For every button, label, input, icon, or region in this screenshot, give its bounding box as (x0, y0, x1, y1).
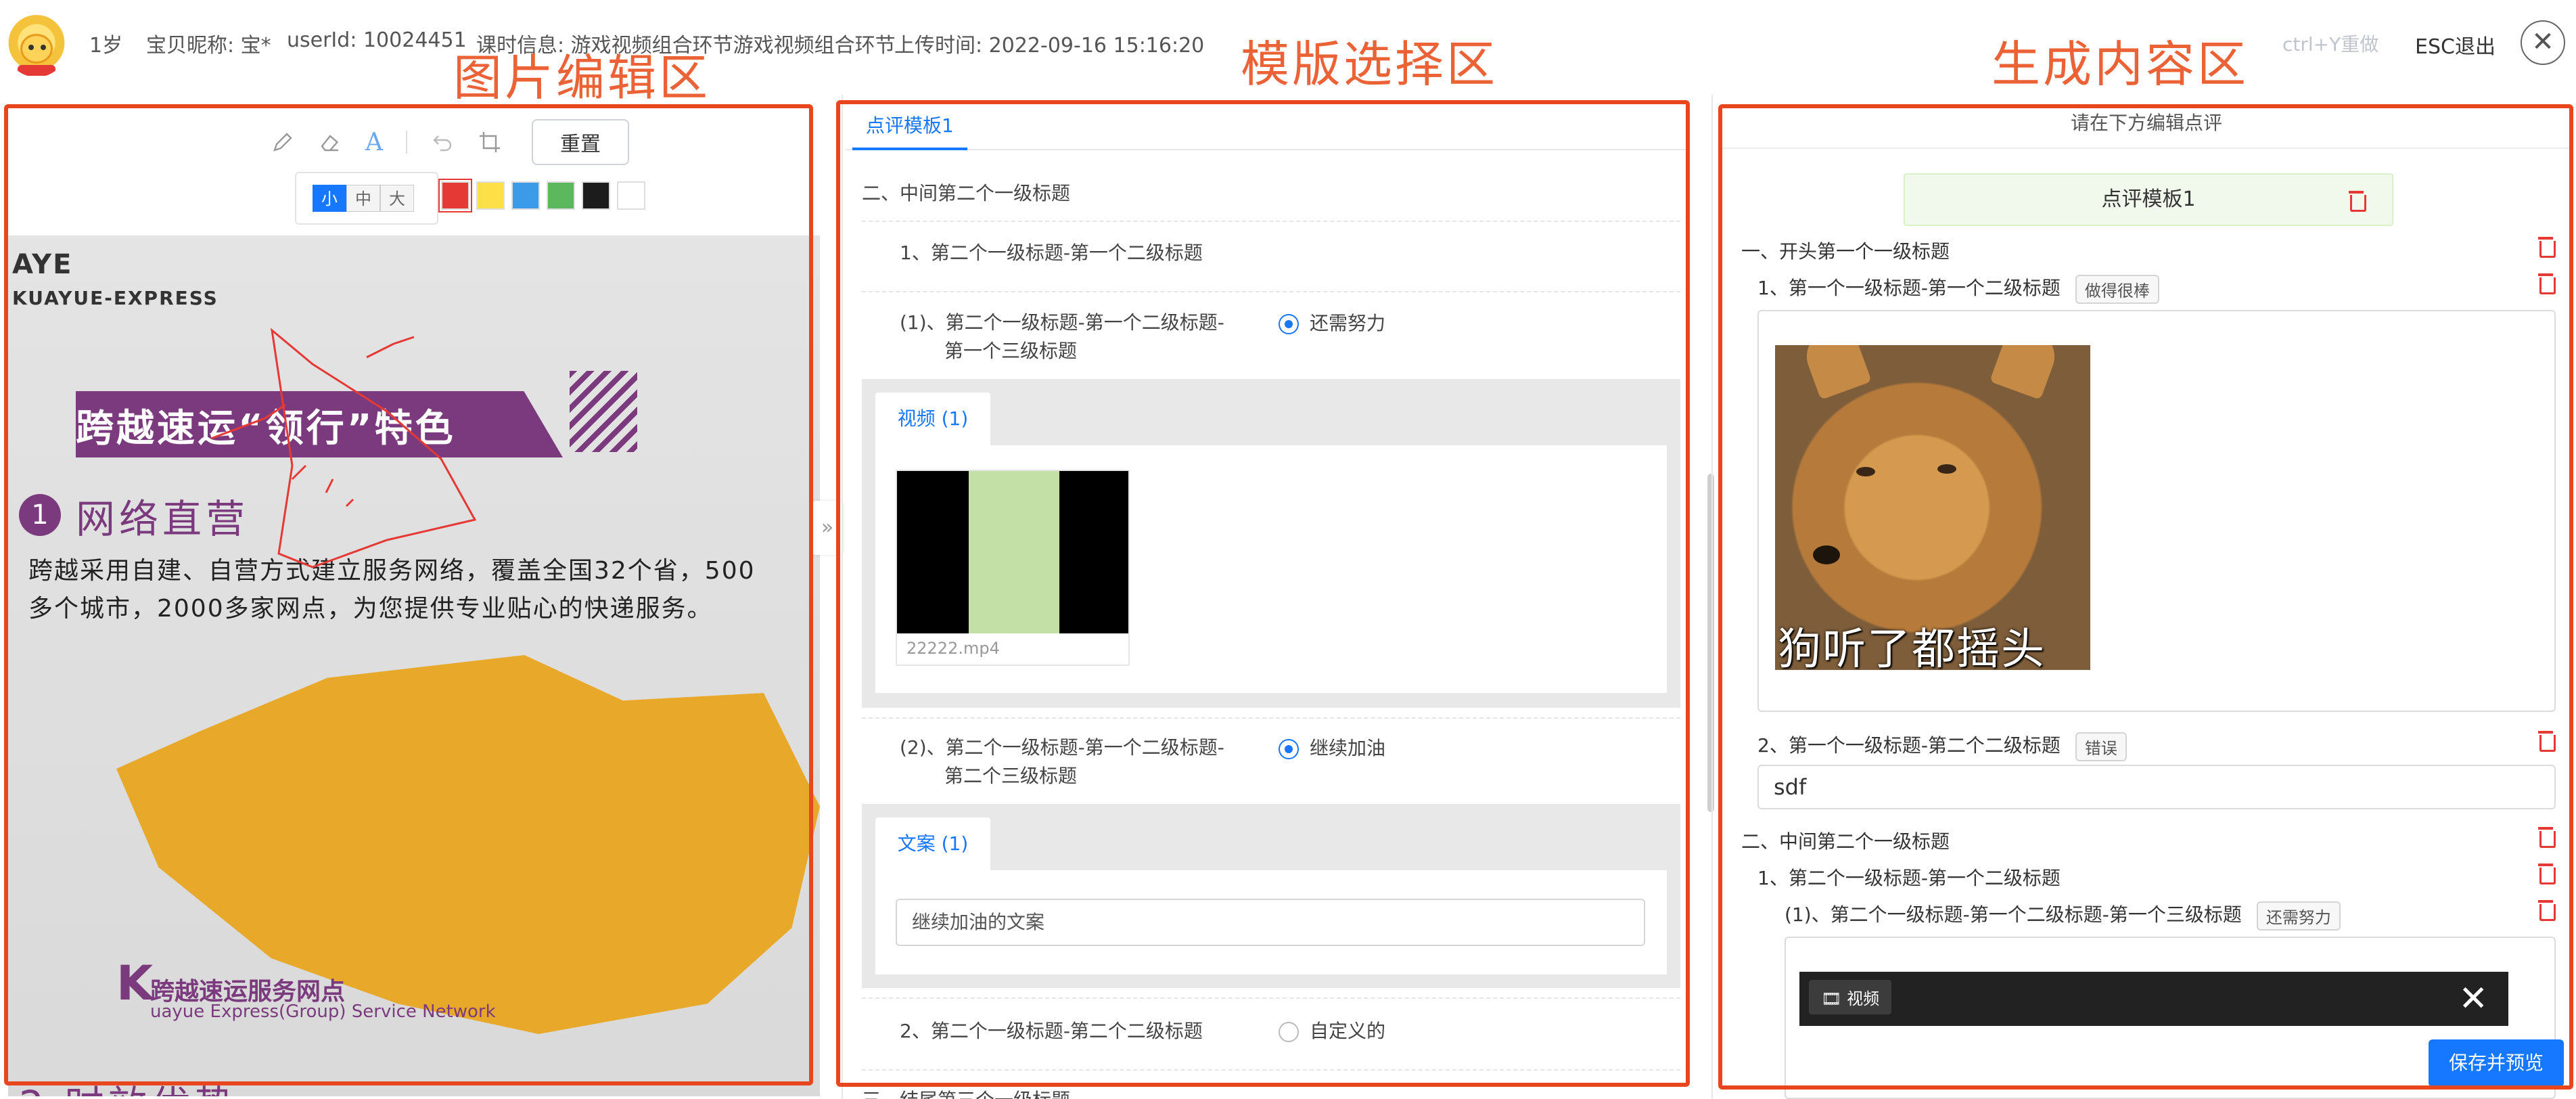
panel-divider (1711, 95, 1713, 1099)
user-id-text: userId: 10024451 (287, 28, 467, 52)
annotation-frame-image-edit (4, 104, 813, 1085)
annotation-template-select-area: 模版选择区 (1241, 36, 1498, 93)
avatar-eye (28, 45, 34, 50)
avatar (5, 15, 68, 77)
annotation-frame-template (836, 100, 1690, 1087)
avatar-face (20, 34, 53, 64)
avatar-bow (18, 65, 55, 76)
avatar-eye (41, 45, 46, 50)
age-text: 1岁 (89, 34, 123, 58)
annotation-generated-content-area: 生成内容区 (1992, 36, 2249, 93)
close-button[interactable]: ✕ (2521, 20, 2565, 65)
annotation-image-edit-area: 图片编辑区 (453, 49, 711, 106)
redo-shortcut-hint[interactable]: ctrl+Y重做 (2282, 30, 2378, 57)
annotation-frame-content (1718, 104, 2573, 1090)
nickname-text: 宝贝昵称: 宝* (146, 34, 271, 58)
esc-exit-link[interactable]: ESC退出 (2415, 30, 2496, 60)
upload-time-text: 上传时间: 2022-09-16 15:16:20 (894, 34, 1205, 58)
template-level1-heading: 三、结尾第三个一级标题 (862, 1085, 1680, 1099)
template-scrollbar[interactable] (1707, 474, 1714, 812)
